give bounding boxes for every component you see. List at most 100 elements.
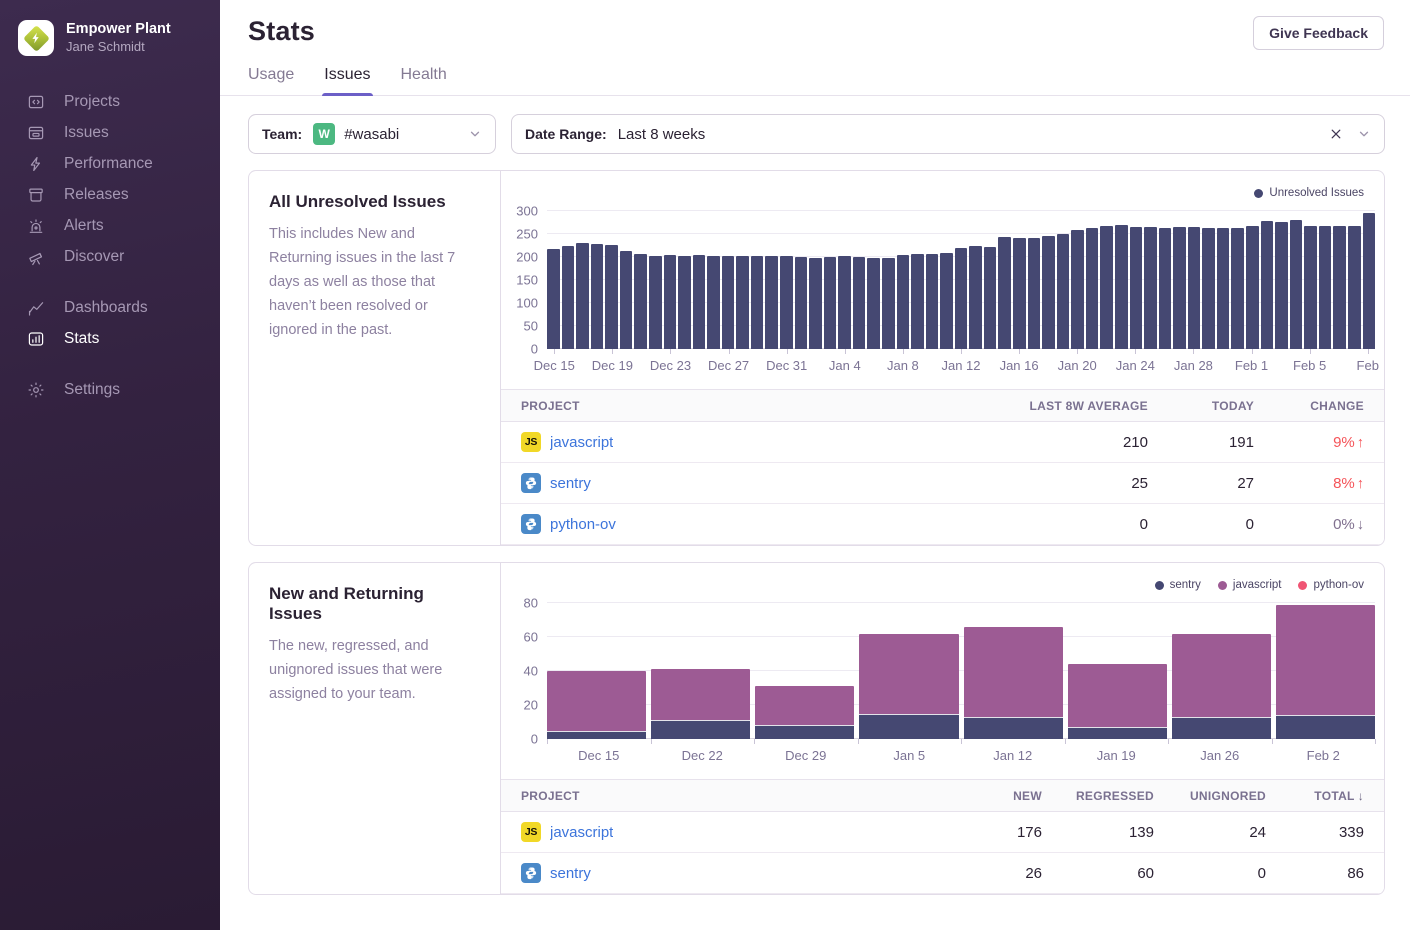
x-axis-tick-label: Jan 12 <box>993 748 1032 763</box>
x-axis-tick-label: Jan 4 <box>829 358 861 373</box>
sidebar-nav: ProjectsIssuesPerformanceReleasesAlertsD… <box>0 86 220 405</box>
x-axis-tick-label: Dec 15 <box>578 748 619 763</box>
x-axis-tick <box>1065 739 1066 744</box>
bar <box>562 246 575 349</box>
tab-usage[interactable]: Usage <box>248 66 294 95</box>
x-axis-tick <box>612 349 613 354</box>
stacked-bar-series <box>547 603 1375 739</box>
x-axis-tick-label: Jan 26 <box>1200 748 1239 763</box>
value-cell: 139 <box>1042 824 1154 841</box>
give-feedback-button[interactable]: Give Feedback <box>1253 16 1384 50</box>
bar-segment-sentry <box>755 725 854 739</box>
column-header-unignored: UNIGNORED <box>1154 789 1266 803</box>
sidebar-item-settings[interactable]: Settings <box>0 374 220 405</box>
sidebar-item-discover[interactable]: Discover <box>0 241 220 272</box>
bar-segment-sentry <box>1276 715 1375 739</box>
sidebar-item-label: Dashboards <box>64 299 148 317</box>
clear-date-icon[interactable] <box>1329 127 1343 141</box>
change-cell: 8%↑ <box>1254 475 1364 492</box>
sidebar-item-label: Performance <box>64 155 153 173</box>
x-axis-tick-label: Feb <box>1357 358 1379 373</box>
tab-health[interactable]: Health <box>401 66 447 95</box>
x-axis-tick-label: Jan 19 <box>1097 748 1136 763</box>
x-axis-tick <box>754 739 755 744</box>
bar <box>911 254 924 349</box>
panel-description: This includes New and Returning issues i… <box>269 222 480 342</box>
y-axis-tick-label: 20 <box>524 698 538 713</box>
bar <box>634 254 647 349</box>
x-axis-tick-label: Feb 1 <box>1235 358 1268 373</box>
panel-body: Unresolved Issues 050100150200250300 Dec… <box>501 171 1384 545</box>
column-header-change: CHANGE <box>1254 399 1364 413</box>
sidebar-item-alerts[interactable]: Alerts <box>0 210 220 241</box>
bar <box>1159 228 1172 349</box>
project-link[interactable]: sentry <box>550 475 591 492</box>
project-link[interactable]: python-ov <box>550 516 616 533</box>
project-cell: python-ov <box>521 514 948 534</box>
team-select[interactable]: Team: W #wasabi <box>248 114 496 154</box>
trend-down-icon: ↓ <box>1357 517 1364 533</box>
project-link[interactable]: sentry <box>550 865 591 882</box>
legend-item-unresolved-issues[interactable]: Unresolved Issues <box>1254 187 1364 199</box>
bar <box>736 256 749 349</box>
projects-icon <box>27 93 45 111</box>
project-link[interactable]: javascript <box>550 824 613 841</box>
value-cell: 24 <box>1154 824 1266 841</box>
x-axis-tick-label: Jan 5 <box>893 748 925 763</box>
y-axis-tick-label: 0 <box>531 732 538 747</box>
bar <box>1363 213 1376 349</box>
bar-segment-sentry <box>651 720 750 739</box>
table-row: JSjavascript17613924339 <box>501 812 1384 853</box>
chevron-down-icon <box>468 127 482 141</box>
legend-item-python-ov[interactable]: python-ov <box>1298 579 1364 591</box>
team-select-label: Team: <box>262 126 302 142</box>
value-cell: 60 <box>1042 865 1154 882</box>
x-axis-tick <box>547 739 548 744</box>
date-range-label: Date Range: <box>525 126 607 142</box>
bar <box>780 256 793 349</box>
team-avatar: W <box>313 123 335 145</box>
legend-item-sentry[interactable]: sentry <box>1155 579 1201 591</box>
bar <box>547 249 560 349</box>
date-range-select[interactable]: Date Range: Last 8 weeks <box>511 114 1385 154</box>
org-switcher[interactable]: Empower Plant Jane Schmidt <box>0 0 220 80</box>
settings-icon <box>27 381 45 399</box>
bar-segment-sentry <box>859 714 958 740</box>
unresolved-chart-section: Unresolved Issues 050100150200250300 Dec… <box>501 171 1384 376</box>
legend-item-javascript[interactable]: javascript <box>1218 579 1282 591</box>
y-axis-tick-label: 80 <box>524 596 538 611</box>
stacked-bar <box>755 603 854 739</box>
bar <box>751 256 764 349</box>
bar <box>998 237 1011 349</box>
x-axis-tick-label: Dec 23 <box>650 358 691 373</box>
value-cell: 176 <box>924 824 1042 841</box>
unresolved-issues-chart[interactable]: 050100150200250300 <box>547 211 1375 349</box>
bar-segment-javascript <box>1276 605 1375 716</box>
legend-dot-icon <box>1155 581 1164 590</box>
new-returning-issues-chart[interactable]: 020406080 <box>547 603 1375 739</box>
bar <box>1348 226 1361 349</box>
y-axis-tick-label: 40 <box>524 664 538 679</box>
project-link[interactable]: javascript <box>550 434 613 451</box>
tab-issues[interactable]: Issues <box>324 66 370 95</box>
sidebar-item-releases[interactable]: Releases <box>0 179 220 210</box>
x-axis-tick-label: Jan 8 <box>887 358 919 373</box>
sidebar-item-performance[interactable]: Performance <box>0 148 220 179</box>
sidebar-item-stats[interactable]: Stats <box>0 323 220 354</box>
column-header-total[interactable]: TOTAL↓ <box>1266 789 1364 803</box>
filter-bar: Team: W #wasabi Date Range: Last 8 weeks <box>220 96 1410 154</box>
bar <box>620 251 633 349</box>
releases-icon <box>27 186 45 204</box>
sidebar-item-issues[interactable]: Issues <box>0 117 220 148</box>
sidebar-item-projects[interactable]: Projects <box>0 86 220 117</box>
panel-title: All Unresolved Issues <box>269 192 480 212</box>
bar <box>765 256 778 349</box>
column-header-regressed: REGRESSED <box>1042 789 1154 803</box>
user-name: Jane Schmidt <box>66 39 171 56</box>
sidebar-item-dashboards[interactable]: Dashboards <box>0 292 220 323</box>
bar <box>576 243 589 349</box>
panel-description: The new, regressed, and unignored issues… <box>269 634 480 706</box>
stacked-bar <box>859 603 958 739</box>
javascript-platform-icon: JS <box>521 822 541 842</box>
bar-segment-javascript <box>859 634 958 714</box>
